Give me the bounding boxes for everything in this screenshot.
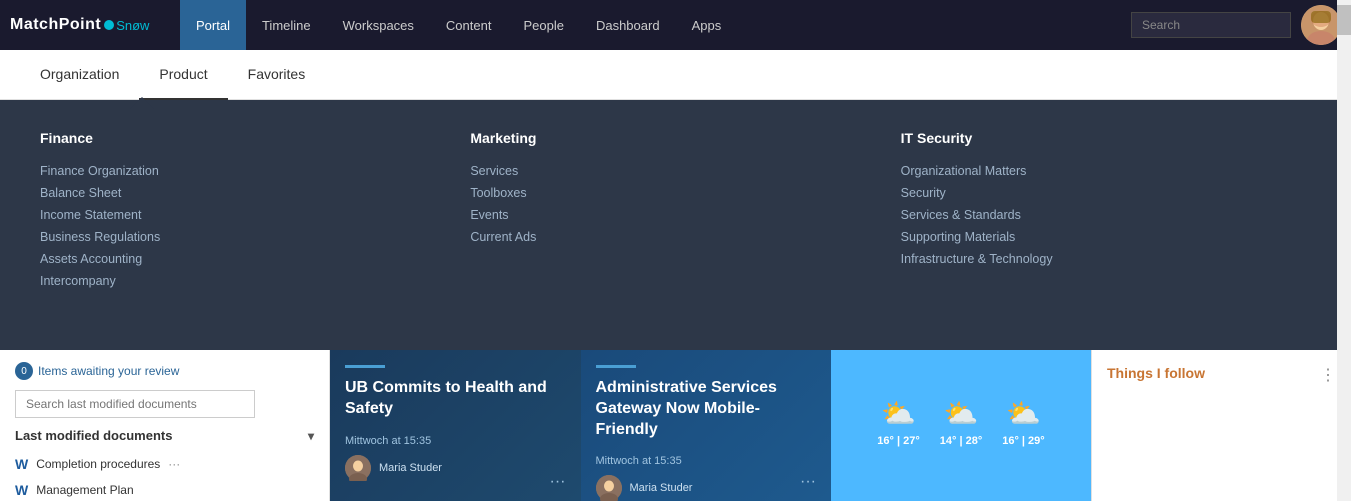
last-modified-header: Last modified documents ▾ [15, 428, 314, 443]
itsecurity-item-0[interactable]: Organizational Matters [901, 160, 1311, 182]
finance-item-0[interactable]: Finance Organization [40, 160, 450, 182]
finance-section-title: Finance [40, 130, 450, 146]
second-nav-organization[interactable]: Organization [20, 50, 139, 100]
weather-day-2: ⛅ 16° | 29° [1002, 397, 1044, 447]
weather-row: ⛅ 16° | 27° ⛅ 14° | 28° ⛅ 16° | 29° [877, 397, 1044, 447]
nav-people[interactable]: People [507, 0, 579, 50]
weather-temp-0: 16° | 27° [877, 435, 919, 447]
doc-item-0[interactable]: W Completion procedures ··· [15, 451, 314, 477]
weather-icon-2: ⛅ [1006, 397, 1041, 430]
top-nav-bar: MatchPoint Snøw Portal Timeline Workspac… [0, 0, 1351, 50]
dropdown-arrow-icon [130, 97, 154, 109]
card-author-area-0: Maria Studer [330, 455, 581, 481]
marketing-item-1[interactable]: Toolboxes [470, 182, 880, 204]
card-accent-1 [596, 365, 636, 368]
follow-title: Things I follow [1107, 365, 1336, 381]
doc-item-1[interactable]: W Management Plan [15, 477, 314, 501]
review-items-row: 0 Items awaiting your review [15, 362, 314, 380]
weather-icon-0: ⛅ [881, 397, 916, 430]
author-avatar-1 [596, 475, 622, 501]
author-avatar-0 [345, 455, 371, 481]
itsecurity-item-2[interactable]: Services & Standards [901, 204, 1311, 226]
things-i-follow-panel: ⋮ Things I follow [1091, 350, 1351, 501]
finance-item-1[interactable]: Balance Sheet [40, 182, 450, 204]
cards-area: UB Commits to Health and Safety Mittwoch… [330, 350, 1351, 501]
finance-section: Finance Finance Organization Balance She… [40, 130, 450, 320]
doc-name-1: Management Plan [36, 483, 133, 497]
author-name-0: Maria Studer [379, 462, 442, 474]
last-modified-label: Last modified documents [15, 428, 172, 443]
bottom-content-area: 0 Items awaiting your review Last modifi… [0, 350, 1351, 501]
news-card-1[interactable]: Administrative Services Gateway Now Mobi… [581, 350, 832, 501]
nav-content[interactable]: Content [430, 0, 508, 50]
search-input[interactable] [1131, 12, 1291, 38]
product-dropdown-menu: Finance Finance Organization Balance She… [0, 100, 1351, 350]
follow-more-button[interactable]: ⋮ [1320, 365, 1336, 385]
finance-item-3[interactable]: Business Regulations [40, 226, 450, 248]
chevron-down-icon[interactable]: ▾ [308, 429, 314, 443]
marketing-section: Marketing Services Toolboxes Events Curr… [470, 130, 880, 320]
card-accent-0 [345, 365, 385, 368]
nav-workspaces[interactable]: Workspaces [327, 0, 430, 50]
itsecurity-section-title: IT Security [901, 130, 1311, 146]
finance-item-2[interactable]: Income Statement [40, 204, 450, 226]
scrollbar-track[interactable] [1337, 0, 1351, 501]
logo-area: MatchPoint Snøw [10, 16, 170, 34]
weather-temp-2: 16° | 29° [1002, 435, 1044, 447]
avatar-image [1301, 5, 1341, 45]
logo-snow-text: Snøw [116, 18, 149, 33]
logo-dot-icon [104, 20, 114, 30]
scrollbar-thumb[interactable] [1337, 5, 1351, 35]
weather-day-0: ⛅ 16° | 27° [877, 397, 919, 447]
nav-portal[interactable]: Portal [180, 0, 246, 50]
finance-item-5[interactable]: Intercompany [40, 270, 450, 292]
card-title-1: Administrative Services Gateway Now Mobi… [581, 378, 832, 440]
weather-temp-1: 14° | 28° [940, 435, 982, 447]
card-title-0: UB Commits to Health and Safety [330, 378, 581, 420]
nav-right-area [1131, 5, 1341, 45]
nav-apps[interactable]: Apps [676, 0, 738, 50]
logo-text: MatchPoint [10, 16, 101, 34]
marketing-item-3[interactable]: Current Ads [470, 226, 880, 248]
word-doc-icon-0: W [15, 456, 28, 472]
review-label: Items awaiting your review [38, 364, 179, 378]
doc-name-0: Completion procedures [36, 457, 160, 471]
doc-more-button-0[interactable]: ··· [168, 457, 180, 471]
marketing-item-0[interactable]: Services [470, 160, 880, 182]
weather-day-1: ⛅ 14° | 28° [940, 397, 982, 447]
author-name-1: Maria Studer [630, 482, 693, 494]
word-doc-icon-1: W [15, 482, 28, 498]
weather-card: ⛅ 16° | 27° ⛅ 14° | 28° ⛅ 16° | 29° [831, 350, 1091, 501]
second-nav-favorites[interactable]: Favorites [228, 50, 326, 100]
card-date-0: Mittwoch at 15:35 [330, 435, 581, 447]
left-panel: 0 Items awaiting your review Last modifi… [0, 350, 330, 501]
news-card-0[interactable]: UB Commits to Health and Safety Mittwoch… [330, 350, 581, 501]
marketing-section-title: Marketing [470, 130, 880, 146]
card-date-1: Mittwoch at 15:35 [581, 455, 832, 467]
weather-icon-1: ⛅ [944, 397, 979, 430]
second-nav-bar: Organization Product Favorites [0, 50, 1351, 100]
itsecurity-item-3[interactable]: Supporting Materials [901, 226, 1311, 248]
user-avatar[interactable] [1301, 5, 1341, 45]
review-count-badge: 0 [15, 362, 33, 380]
nav-dashboard[interactable]: Dashboard [580, 0, 676, 50]
nav-timeline[interactable]: Timeline [246, 0, 327, 50]
finance-item-4[interactable]: Assets Accounting [40, 248, 450, 270]
marketing-item-2[interactable]: Events [470, 204, 880, 226]
itsecurity-item-1[interactable]: Security [901, 182, 1311, 204]
itsecurity-section: IT Security Organizational Matters Secur… [901, 130, 1311, 320]
card-more-button-1[interactable]: ··· [800, 473, 816, 491]
main-nav: Portal Timeline Workspaces Content Peopl… [180, 0, 1131, 50]
itsecurity-item-4[interactable]: Infrastructure & Technology [901, 248, 1311, 270]
card-author-area-1: Maria Studer [581, 475, 832, 501]
card-more-button-0[interactable]: ··· [550, 473, 566, 491]
second-nav-product[interactable]: Product [139, 50, 227, 100]
search-docs-input[interactable] [15, 390, 255, 418]
